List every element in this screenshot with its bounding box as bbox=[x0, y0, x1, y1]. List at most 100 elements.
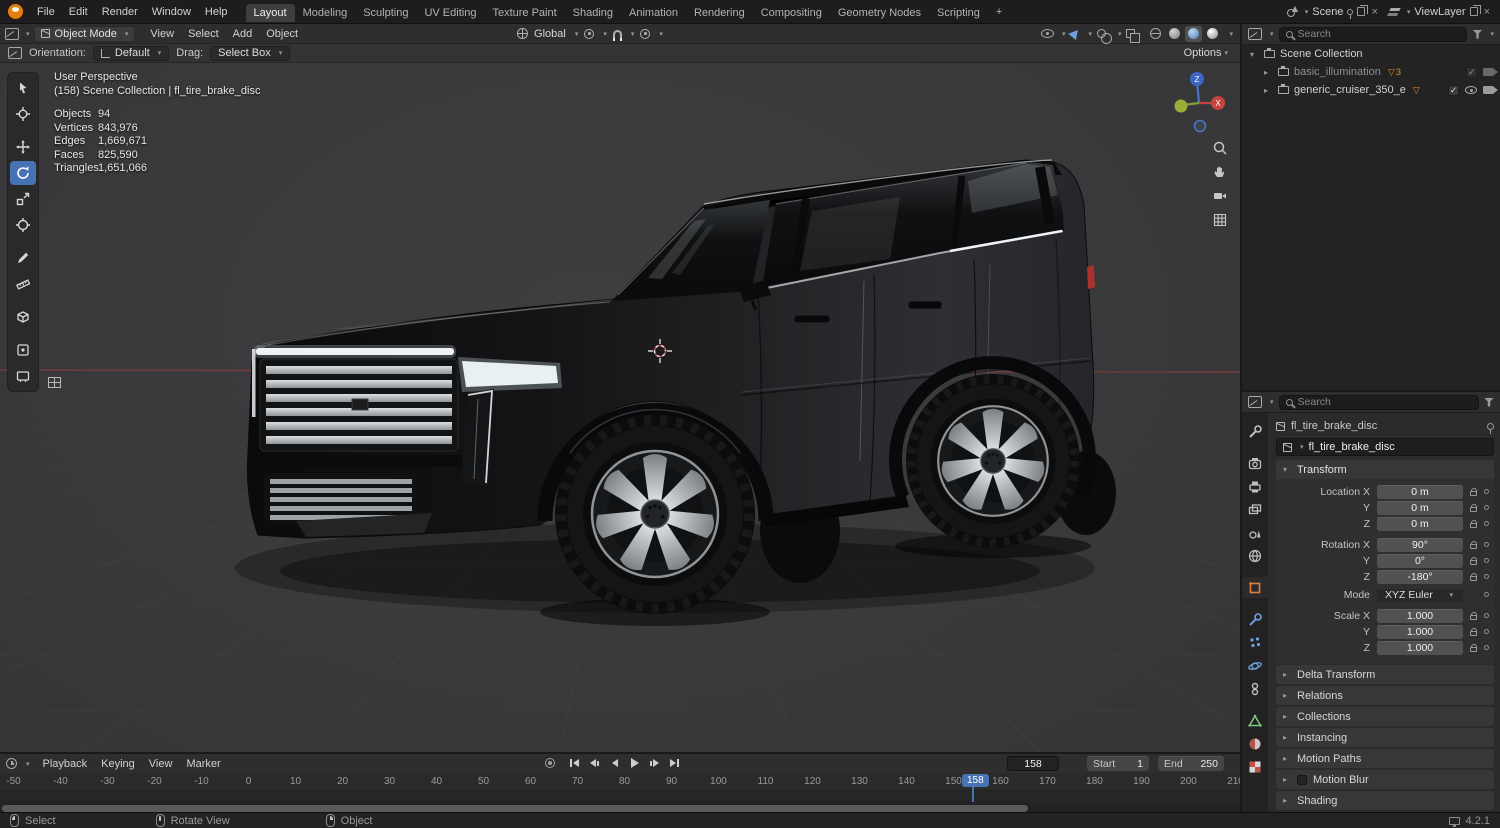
tab-modifiers[interactable] bbox=[1242, 609, 1268, 630]
animate-decorator-icon[interactable] bbox=[1484, 489, 1489, 494]
animate-decorator-icon[interactable] bbox=[1484, 645, 1489, 650]
navigation-gizmo[interactable]: Z X bbox=[1168, 72, 1230, 134]
menu-item[interactable]: Marker bbox=[179, 755, 227, 773]
zoom-icon[interactable] bbox=[1211, 139, 1229, 157]
next-keyframe-button[interactable] bbox=[646, 756, 663, 770]
lock-icon[interactable] bbox=[1467, 572, 1479, 582]
tab-scene[interactable] bbox=[1242, 522, 1268, 543]
transform-value-field[interactable]: 1.000 bbox=[1377, 640, 1463, 655]
workspace-tab[interactable]: Geometry Nodes bbox=[830, 4, 929, 22]
outliner-row-scene-collection[interactable]: ▾ Scene Collection bbox=[1242, 45, 1500, 63]
close-icon[interactable]: × bbox=[1482, 6, 1492, 18]
animate-decorator-icon[interactable] bbox=[1484, 592, 1489, 597]
close-icon[interactable]: × bbox=[1369, 6, 1379, 18]
properties-section[interactable]: ▸ Motion Paths bbox=[1276, 749, 1494, 768]
editor-type-icon-properties[interactable] bbox=[1248, 396, 1262, 408]
pivot-point-icon[interactable] bbox=[584, 28, 595, 39]
camera-view-icon[interactable] bbox=[1211, 187, 1229, 205]
tab-particles[interactable] bbox=[1242, 632, 1268, 653]
tool-scale[interactable] bbox=[10, 187, 36, 211]
menu-item[interactable]: Object bbox=[259, 25, 305, 43]
transform-value-field[interactable]: 90° bbox=[1377, 537, 1463, 552]
tab-physics[interactable] bbox=[1242, 655, 1268, 676]
menu-item[interactable]: File bbox=[30, 3, 62, 21]
menu-item[interactable]: Edit bbox=[62, 3, 95, 21]
tool-rotate[interactable] bbox=[10, 161, 36, 185]
animate-decorator-icon[interactable] bbox=[1484, 542, 1489, 547]
transform-value-field[interactable]: 1.000 bbox=[1377, 608, 1463, 623]
start-frame-field[interactable]: Start 1 bbox=[1087, 756, 1149, 771]
menu-item[interactable]: Add bbox=[226, 25, 260, 43]
menu-item[interactable]: View bbox=[143, 25, 181, 43]
menu-item[interactable]: Help bbox=[198, 3, 235, 21]
animate-decorator-icon[interactable] bbox=[1484, 574, 1489, 579]
lock-icon[interactable] bbox=[1467, 611, 1479, 621]
shading-rendered-button[interactable] bbox=[1204, 26, 1221, 42]
properties-section[interactable]: ▸ Relations bbox=[1276, 686, 1494, 705]
tab-texture[interactable] bbox=[1242, 756, 1268, 777]
tool-add-cube[interactable] bbox=[10, 305, 36, 329]
add-workspace-button[interactable]: + bbox=[989, 4, 1009, 20]
disclosure-triangle-icon[interactable]: ▾ bbox=[1250, 50, 1259, 59]
tab-tool[interactable] bbox=[1242, 421, 1268, 442]
transform-panel-header[interactable]: ▾ Transform bbox=[1276, 460, 1494, 479]
timeline-track-area[interactable] bbox=[0, 791, 1240, 802]
lock-icon[interactable] bbox=[1467, 487, 1479, 497]
tab-output[interactable] bbox=[1242, 476, 1268, 497]
transform-value-field[interactable]: 0 m bbox=[1377, 516, 1463, 531]
workspace-tab[interactable]: Sculpting bbox=[355, 4, 416, 22]
workspace-tab[interactable]: Modeling bbox=[295, 4, 356, 22]
tool-extra-2[interactable] bbox=[10, 364, 36, 388]
viewport-visibility-icon[interactable] bbox=[1465, 86, 1477, 94]
drag-dropdown[interactable]: Select Box ▾ bbox=[210, 45, 291, 61]
transform-value-field[interactable]: -180° bbox=[1377, 569, 1463, 584]
jump-to-end-button[interactable] bbox=[666, 756, 683, 770]
menu-item[interactable]: View bbox=[142, 755, 180, 773]
mode-dropdown[interactable]: Object Mode ▾ bbox=[33, 25, 136, 42]
tab-render[interactable] bbox=[1242, 453, 1268, 474]
animate-decorator-icon[interactable] bbox=[1484, 505, 1489, 510]
editor-type-icon-outliner[interactable] bbox=[1248, 28, 1262, 40]
tool-move[interactable] bbox=[10, 135, 36, 159]
outliner-row-generic-cruiser[interactable]: ▸ generic_cruiser_350_e ▽ ✓ bbox=[1242, 81, 1500, 99]
render-visibility-icon[interactable] bbox=[1483, 68, 1498, 76]
tab-constraints[interactable] bbox=[1242, 678, 1268, 699]
menu-item[interactable]: Render bbox=[95, 3, 145, 21]
menu-item[interactable]: Playback bbox=[36, 755, 95, 773]
auto-keying-icon[interactable] bbox=[545, 758, 555, 768]
pin-icon[interactable] bbox=[1347, 8, 1354, 19]
front-wheel[interactable] bbox=[555, 414, 755, 614]
playhead[interactable]: 158 bbox=[962, 774, 989, 802]
visibility-icon[interactable] bbox=[1040, 29, 1054, 38]
outliner-row-basic-illumination[interactable]: ▸ basic_illumination ▽ 3 ✓ bbox=[1242, 63, 1500, 81]
outliner-search-input[interactable] bbox=[1297, 28, 1461, 40]
proportional-editing-icon[interactable] bbox=[640, 28, 651, 39]
disclosure-triangle-icon[interactable]: ▸ bbox=[1264, 68, 1273, 77]
editor-type-icon-timeline[interactable] bbox=[6, 758, 17, 769]
render-visibility-icon[interactable] bbox=[1483, 86, 1498, 94]
3d-viewport-canvas[interactable]: User Perspective (158) Scene Collection … bbox=[0, 63, 1240, 752]
workspace-tab[interactable]: Layout bbox=[245, 4, 295, 22]
viewlayer-selector[interactable]: ▾ ViewLayer × bbox=[1389, 5, 1492, 18]
snap-magnet-icon[interactable] bbox=[612, 30, 622, 41]
play-button[interactable] bbox=[626, 756, 643, 770]
tool-cursor[interactable] bbox=[10, 102, 36, 126]
tool-transform[interactable] bbox=[10, 213, 36, 237]
tool-measure[interactable] bbox=[10, 272, 36, 296]
workspace-tab[interactable]: Scripting bbox=[929, 4, 988, 22]
workspace-tab[interactable]: Shading bbox=[565, 4, 621, 22]
jump-to-start-button[interactable] bbox=[566, 756, 583, 770]
lock-icon[interactable] bbox=[1467, 503, 1479, 513]
workspace-tab[interactable]: Texture Paint bbox=[484, 4, 564, 22]
current-frame-field[interactable]: 158 bbox=[1007, 756, 1059, 771]
overlays-icon[interactable] bbox=[1096, 29, 1112, 44]
transform-value-field[interactable]: 0° bbox=[1377, 553, 1463, 568]
pan-hand-icon[interactable] bbox=[1211, 163, 1229, 181]
tab-material[interactable] bbox=[1242, 733, 1268, 754]
gizmo-icon[interactable] bbox=[1068, 26, 1083, 41]
editor-type-icon-viewport[interactable] bbox=[5, 27, 19, 40]
transform-value-field[interactable]: 0 m bbox=[1377, 484, 1463, 499]
filter-icon[interactable] bbox=[1472, 29, 1483, 39]
rear-wheel[interactable] bbox=[906, 374, 1080, 548]
section-checkbox[interactable] bbox=[1297, 774, 1307, 785]
